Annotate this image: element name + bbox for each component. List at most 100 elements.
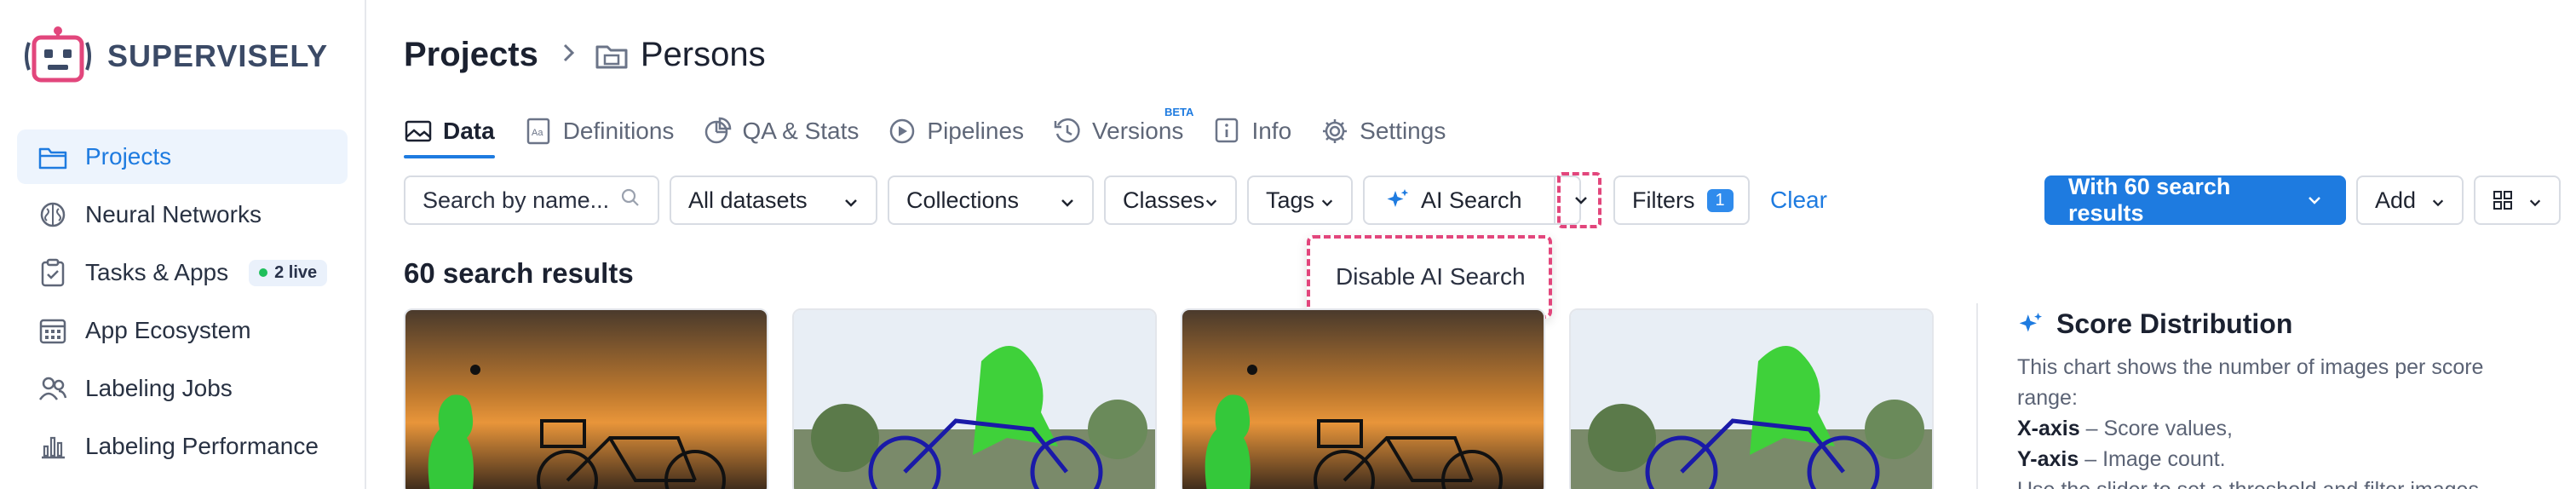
sidebar-item-app-ecosystem[interactable]: App Ecosystem	[17, 303, 348, 358]
sparkle-icon	[1385, 187, 1411, 213]
tags-select[interactable]: Tags	[1247, 175, 1353, 225]
tab-label: Versions	[1092, 118, 1184, 144]
tab-pipelines[interactable]: Pipelines	[888, 107, 1024, 155]
folder-icon	[37, 141, 68, 172]
datasets-select[interactable]: All datasets	[670, 175, 877, 225]
sidebar-item-labeling-jobs[interactable]: Labeling Jobs	[17, 361, 348, 416]
bar-chart-icon	[37, 431, 68, 462]
results-title: 60 search results	[404, 257, 634, 289]
chevron-down-icon	[2307, 195, 2322, 205]
image-card[interactable]	[404, 308, 768, 489]
image-card[interactable]	[792, 308, 1157, 489]
robot-logo-icon	[25, 26, 91, 83]
filters-label: Filters	[1632, 187, 1695, 213]
clear-filters-link[interactable]: Clear	[1770, 175, 1827, 225]
project-folder-icon	[595, 45, 628, 68]
disable-ai-search-item[interactable]: Disable AI Search	[1336, 263, 1526, 291]
live-dot-icon	[259, 268, 268, 277]
search-icon	[620, 187, 641, 214]
tab-label: Info	[1251, 118, 1292, 144]
tab-data[interactable]: Data	[404, 107, 495, 158]
classes-select[interactable]: Classes	[1104, 175, 1237, 225]
sidebar-item-projects[interactable]: Projects	[17, 129, 348, 184]
chevron-down-icon	[1060, 187, 1075, 214]
gear-icon	[1323, 119, 1348, 143]
sidebar-item-neural-networks[interactable]: Neural Networks	[17, 187, 348, 242]
grid-view-icon	[2493, 190, 2513, 210]
breadcrumb-current: Persons	[640, 36, 766, 73]
tags-value: Tags	[1266, 187, 1315, 213]
image-thumbnail	[1182, 310, 1544, 489]
search-results-label: With 60 search results	[2068, 174, 2231, 226]
image-card[interactable]	[1181, 308, 1545, 489]
filters-button[interactable]: Filters 1	[1613, 175, 1750, 225]
score-title: Score Distribution	[2017, 308, 2573, 340]
brand-name: SUPERVISELY	[107, 38, 329, 73]
y-axis-text: – Image count.	[2079, 447, 2226, 471]
collections-value: Collections	[906, 187, 1020, 213]
tab-qa-stats[interactable]: QA & Stats	[703, 107, 859, 155]
image-thumbnail	[405, 310, 767, 489]
filters-count-badge: 1	[1706, 188, 1734, 212]
sidebar-item-label: Tasks & Apps	[85, 259, 229, 285]
brain-icon	[37, 199, 68, 230]
definitions-icon: Aa	[526, 118, 549, 145]
image-thumbnail	[1571, 310, 1932, 489]
chevron-right-icon	[562, 41, 576, 70]
view-mode-button[interactable]	[2474, 175, 2561, 225]
score-desc-intro: This chart shows the number of images pe…	[2017, 355, 2484, 410]
tab-label: Definitions	[562, 118, 675, 144]
pie-chart-icon	[705, 117, 732, 144]
image-icon	[405, 120, 432, 142]
sidebar-item-labeling-performance[interactable]: Labeling Performance	[17, 419, 348, 474]
ai-search-label: AI Search	[1421, 187, 1522, 213]
image-card[interactable]	[1569, 308, 1934, 489]
score-title-text: Score Distribution	[2056, 308, 2293, 339]
sidebar-item-label: Labeling Performance	[85, 433, 319, 459]
search-results-button[interactable]: With 60 search results	[2044, 174, 2346, 226]
main-content: Projects Persons Data Aa Definitions QA …	[368, 0, 2576, 489]
x-axis-key: X-axis	[2017, 417, 2080, 440]
project-tabs: Data Aa Definitions QA & Stats Pipelines…	[404, 106, 1475, 158]
datasets-value: All datasets	[688, 187, 808, 213]
tab-definitions[interactable]: Aa Definitions	[524, 107, 675, 155]
play-circle-icon	[890, 118, 915, 144]
breadcrumb-projects-link[interactable]: Projects	[404, 36, 538, 74]
history-icon	[1054, 118, 1080, 143]
sidebar-item-tasks-apps[interactable]: Tasks & Apps 2 live	[17, 245, 348, 300]
live-count-badge: 2 live	[249, 259, 328, 286]
add-button[interactable]: Add	[2356, 175, 2464, 225]
tab-info[interactable]: Info	[1212, 107, 1291, 155]
tab-settings[interactable]: Settings	[1320, 107, 1446, 155]
chevron-down-icon	[843, 187, 859, 214]
toolbar: Search by name... All datasets Collectio…	[404, 172, 2567, 228]
clipboard-icon	[37, 257, 68, 288]
search-placeholder: Search by name...	[423, 187, 610, 213]
tab-versions[interactable]: Versions BETA	[1053, 106, 1193, 155]
sidebar-nav: Projects Neural Networks Tasks & Apps 2 …	[17, 129, 348, 477]
live-count-label: 2 live	[274, 262, 318, 282]
sidebar-item-label: App Ecosystem	[85, 317, 251, 343]
logo[interactable]: SUPERVISELY	[24, 24, 328, 89]
score-distribution-panel: Score Distribution This chart shows the …	[1976, 303, 2573, 489]
info-icon	[1216, 118, 1239, 143]
classes-value: Classes	[1123, 187, 1205, 213]
search-input[interactable]: Search by name...	[404, 175, 659, 225]
tab-label: Pipelines	[927, 118, 1025, 144]
score-desc-x: X-axis – Score values,	[2017, 413, 2528, 444]
sidebar-item-label: Neural Networks	[85, 201, 262, 227]
chevron-down-icon	[1573, 194, 1589, 210]
collections-select[interactable]: Collections	[888, 175, 1094, 225]
chevron-down-icon	[1320, 187, 1334, 214]
sidebar-item-label: Labeling Jobs	[85, 375, 233, 401]
users-icon	[37, 373, 68, 404]
ai-search-button[interactable]: AI Search	[1363, 175, 1581, 225]
ai-search-dropdown-toggle[interactable]	[1557, 172, 1601, 228]
score-desc-slider: Use the slider to set a threshold and fi…	[2017, 475, 2528, 489]
svg-text:Aa: Aa	[532, 128, 543, 138]
x-axis-text: – Score values,	[2079, 417, 2233, 440]
tab-label: QA & Stats	[742, 118, 860, 144]
tab-label: Settings	[1360, 118, 1446, 144]
chevron-down-icon	[2528, 187, 2542, 214]
image-thumbnail	[794, 310, 1155, 489]
